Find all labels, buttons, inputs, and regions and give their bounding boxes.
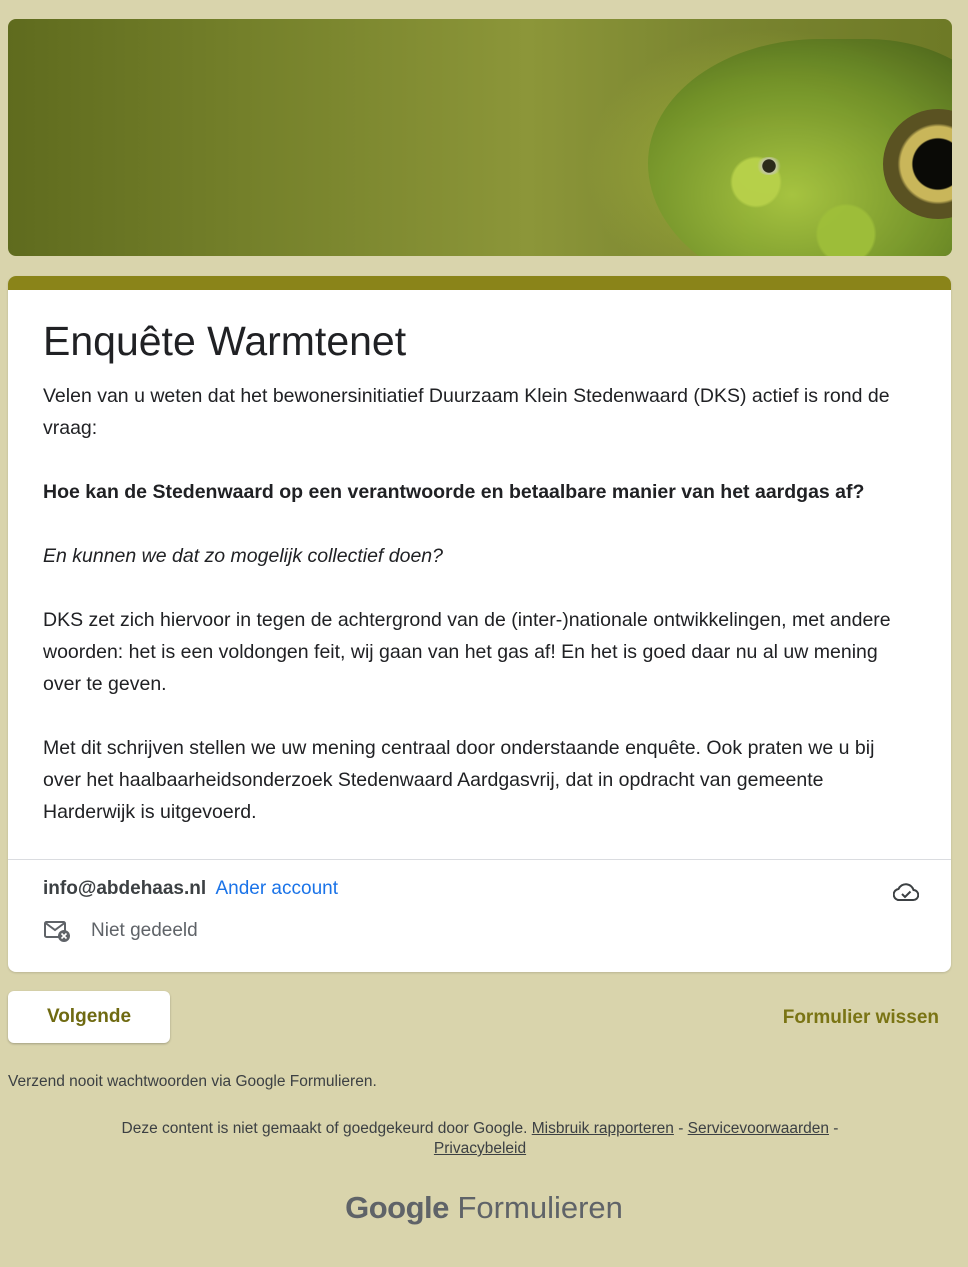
description-paragraph: Velen van u weten dat het bewonersinitia… xyxy=(43,385,890,439)
privacy-link[interactable]: Privacybeleid xyxy=(434,1140,526,1157)
footer-disclaimer: Deze content is niet gemaakt of goedgeke… xyxy=(60,1119,900,1159)
card-accent-bar xyxy=(8,276,951,290)
password-warning: Verzend nooit wachtwoorden via Google Fo… xyxy=(8,1073,377,1090)
description-paragraph: DKS zet zich hiervoor in tegen de achter… xyxy=(43,609,891,695)
frog-nostril xyxy=(756,157,782,175)
sharing-status-row: Niet gedeeld xyxy=(43,919,198,943)
report-abuse-link[interactable]: Misbruik rapporteren xyxy=(532,1120,674,1137)
card-divider xyxy=(8,859,951,860)
footer-separator: - xyxy=(678,1120,684,1137)
form-page: Enquête Warmtenet Velen van u weten dat … xyxy=(0,0,968,1267)
form-title: Enquête Warmtenet xyxy=(43,318,407,364)
mail-not-shared-icon xyxy=(44,921,70,942)
footer-separator: - xyxy=(833,1120,839,1137)
clear-form-button[interactable]: Formulier wissen xyxy=(783,1007,939,1029)
brand-product: Formulieren xyxy=(457,1190,623,1225)
sharing-status-label: Niet gedeeld xyxy=(91,920,198,941)
description-subquestion: En kunnen we dat zo mogelijk collectief … xyxy=(43,545,443,567)
header-banner-image xyxy=(8,19,952,256)
cloud-saved-icon[interactable] xyxy=(892,881,920,908)
terms-link[interactable]: Servicevoorwaarden xyxy=(688,1120,829,1137)
disclaimer-text: Deze content is niet gemaakt of goedgeke… xyxy=(121,1120,528,1137)
switch-account-link[interactable]: Ander account xyxy=(215,878,338,899)
next-button[interactable]: Volgende xyxy=(8,991,170,1043)
description-paragraph: Met dit schrijven stellen we uw mening c… xyxy=(43,737,875,823)
brand-google: Google xyxy=(345,1190,449,1225)
account-email: info@abdehaas.nl xyxy=(43,878,207,899)
google-forms-logo[interactable]: Google Formulieren xyxy=(0,1190,968,1226)
form-description: Velen van u weten dat het bewonersinitia… xyxy=(43,380,916,828)
account-row: info@abdehaas.nl Ander account xyxy=(43,878,338,900)
form-header-card: Enquête Warmtenet Velen van u weten dat … xyxy=(8,276,951,972)
description-question: Hoe kan de Stedenwaard op een verantwoor… xyxy=(43,481,865,503)
